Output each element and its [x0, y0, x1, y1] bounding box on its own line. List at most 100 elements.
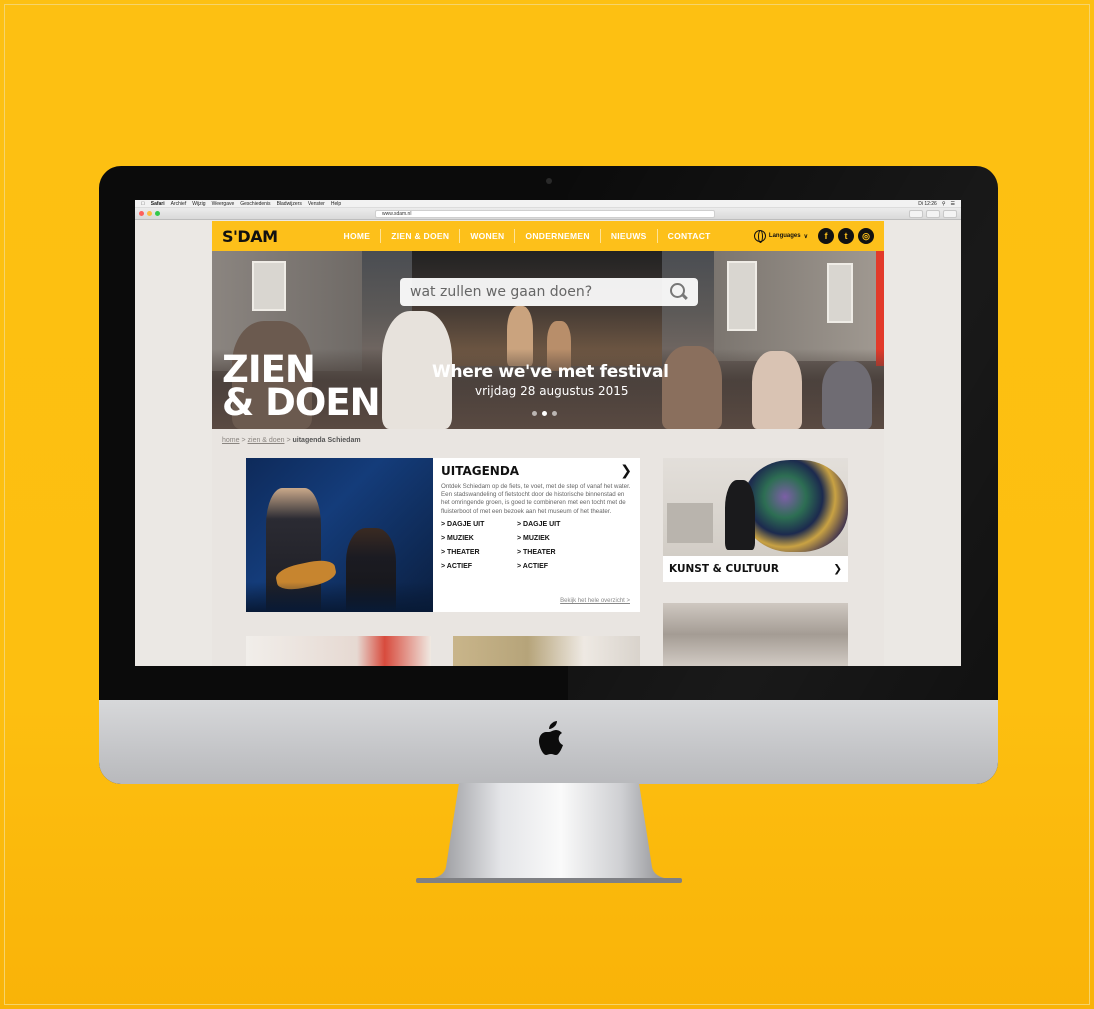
art-photo: [663, 458, 848, 556]
menubar-app-name[interactable]: Safari: [151, 201, 165, 207]
search-icon[interactable]: [670, 283, 688, 301]
spotlight-icon[interactable]: ⚲: [942, 201, 946, 207]
category-link-muziek[interactable]: > MUZIEK: [441, 533, 517, 545]
concert-photo: [246, 458, 433, 612]
nav-home[interactable]: HOME: [334, 229, 382, 243]
share-button[interactable]: [909, 210, 923, 218]
uitagenda-header: UITAGENDA ❯: [441, 464, 632, 478]
uitagenda-title[interactable]: UITAGENDA: [441, 464, 519, 478]
hero-title: ZIEN & DOEN: [222, 351, 381, 424]
carousel-dot-active[interactable]: [542, 411, 547, 416]
photo-cart: [667, 503, 713, 543]
hero-photo-person: [662, 346, 722, 429]
nav-zien-doen[interactable]: ZIEN & DOEN: [381, 229, 461, 243]
hero-photo-person: [822, 361, 872, 429]
event-date: vrijdag 28 augustus 2015: [475, 384, 629, 398]
site-logo[interactable]: S'DAM: [222, 227, 278, 246]
category-link-actief[interactable]: > ACTIEF: [517, 561, 593, 573]
apple-menu-icon[interactable]: : [141, 201, 145, 207]
instagram-icon[interactable]: ◎: [858, 228, 874, 244]
carousel-dot[interactable]: [532, 411, 537, 416]
notification-icon[interactable]: ☰: [951, 201, 955, 207]
site-navbar: S'DAM HOME ZIEN & DOEN WONEN ONDERNEMEN …: [212, 221, 884, 251]
menubar-item[interactable]: Venster: [308, 201, 325, 207]
menubar-item[interactable]: Help: [331, 201, 341, 207]
monitor-chin: [99, 700, 998, 784]
uitagenda-card: UITAGENDA ❯ Ontdek Schiedam op de fiets,…: [246, 458, 640, 612]
menubar-clock[interactable]: Di 12:26: [918, 201, 937, 207]
apple-logo-icon: [539, 721, 563, 755]
category-link-dagje-uit[interactable]: > DAGJE UIT: [441, 519, 517, 531]
window-controls: [139, 211, 160, 216]
category-link-actief[interactable]: > ACTIEF: [441, 561, 517, 573]
menubar-item[interactable]: Bladwijzers: [277, 201, 302, 207]
twitter-icon[interactable]: t: [838, 228, 854, 244]
tabs-button[interactable]: [926, 210, 940, 218]
nav-contact[interactable]: CONTACT: [658, 229, 721, 243]
category-link-theater[interactable]: > THEATER: [441, 547, 517, 559]
website: S'DAM HOME ZIEN & DOEN WONEN ONDERNEMEN …: [212, 221, 884, 666]
chevron-right-icon: ❯: [833, 563, 842, 575]
breadcrumb-home[interactable]: home: [222, 437, 240, 444]
menubar-item[interactable]: Archief: [171, 201, 187, 207]
languages-label: Languages: [768, 233, 801, 239]
safari-toolbar: www.sdam.nl: [135, 208, 961, 220]
category-link-dagje-uit[interactable]: > DAGJE UIT: [517, 519, 593, 531]
teaser-card[interactable]: [246, 636, 431, 666]
teaser-card[interactable]: [453, 636, 640, 666]
hero-photo-person: [752, 351, 802, 429]
downloads-button[interactable]: [943, 210, 957, 218]
nav-right: Languages ∨ f t ◎: [753, 228, 874, 244]
breadcrumb-separator: >: [286, 437, 291, 444]
category-links: > DAGJE UIT > DAGJE UIT > MUZIEK > MUZIE…: [441, 519, 632, 573]
search-box: [400, 278, 698, 306]
photo-shadow: [246, 582, 433, 612]
chevron-down-icon: ∨: [803, 233, 808, 240]
mac-menubar:  Safari Archief Wijzig Weergave Geschie…: [135, 200, 961, 208]
close-window-icon[interactable]: [139, 211, 144, 216]
breadcrumb: home > zien & doen > uitagenda Schiedam: [212, 429, 884, 444]
category-link-theater[interactable]: > THEATER: [517, 547, 593, 559]
address-bar[interactable]: www.sdam.nl: [375, 210, 715, 218]
hero-title-line: & DOEN: [222, 381, 381, 424]
uitagenda-body: UITAGENDA ❯ Ontdek Schiedam op de fiets,…: [433, 458, 640, 612]
kunst-cultuur-card[interactable]: KUNST & CULTUUR ❯: [663, 458, 848, 582]
menubar-item[interactable]: Wijzig: [192, 201, 205, 207]
main-menu: HOME ZIEN & DOEN WONEN ONDERNEMEN NIEUWS…: [334, 229, 721, 243]
search-input[interactable]: [410, 284, 670, 300]
hero-banner: ZIEN & DOEN Where we've met festival vri…: [212, 251, 884, 429]
breadcrumb-current: uitagenda Schiedam: [292, 437, 361, 444]
hero-photo-window: [727, 261, 757, 331]
nav-nieuws[interactable]: NIEUWS: [601, 229, 658, 243]
minimize-window-icon[interactable]: [147, 211, 152, 216]
category-link-muziek[interactable]: > MUZIEK: [517, 533, 593, 545]
chevron-right-icon[interactable]: ❯: [620, 464, 632, 478]
imac-stand: [416, 783, 682, 883]
event-title[interactable]: Where we've met festival: [432, 362, 669, 382]
breadcrumb-zien-doen[interactable]: zien & doen: [248, 437, 285, 444]
url-text: www.sdam.nl: [382, 211, 412, 217]
webcam: [546, 178, 552, 184]
hero-photo-window: [827, 263, 853, 323]
teaser-card[interactable]: [663, 603, 848, 666]
kunst-cultuur-label: KUNST & CULTUUR: [669, 563, 779, 575]
overview-link[interactable]: Bekijk het hele overzicht >: [560, 598, 630, 604]
photo-artist: [725, 480, 755, 550]
menubar-item[interactable]: Weergave: [212, 201, 235, 207]
nav-ondernemen[interactable]: ONDERNEMEN: [515, 229, 601, 243]
kunst-cultuur-label-bar: KUNST & CULTUUR ❯: [663, 556, 848, 582]
nav-wonen[interactable]: WONEN: [460, 229, 516, 243]
carousel-dot[interactable]: [552, 411, 557, 416]
menubar-item[interactable]: Geschiedenis: [240, 201, 270, 207]
breadcrumb-separator: >: [241, 437, 246, 444]
language-selector[interactable]: Languages ∨: [753, 230, 808, 243]
carousel-dots: [532, 411, 557, 416]
hero-photo-window: [252, 261, 286, 311]
screen:  Safari Archief Wijzig Weergave Geschie…: [135, 200, 961, 666]
safari-toolbar-buttons: [909, 210, 957, 218]
globe-icon: [753, 230, 766, 243]
facebook-icon[interactable]: f: [818, 228, 834, 244]
zoom-window-icon[interactable]: [155, 211, 160, 216]
art-installation: [743, 460, 848, 552]
uitagenda-description: Ontdek Schiedam op de fiets, te voet, me…: [441, 483, 631, 515]
